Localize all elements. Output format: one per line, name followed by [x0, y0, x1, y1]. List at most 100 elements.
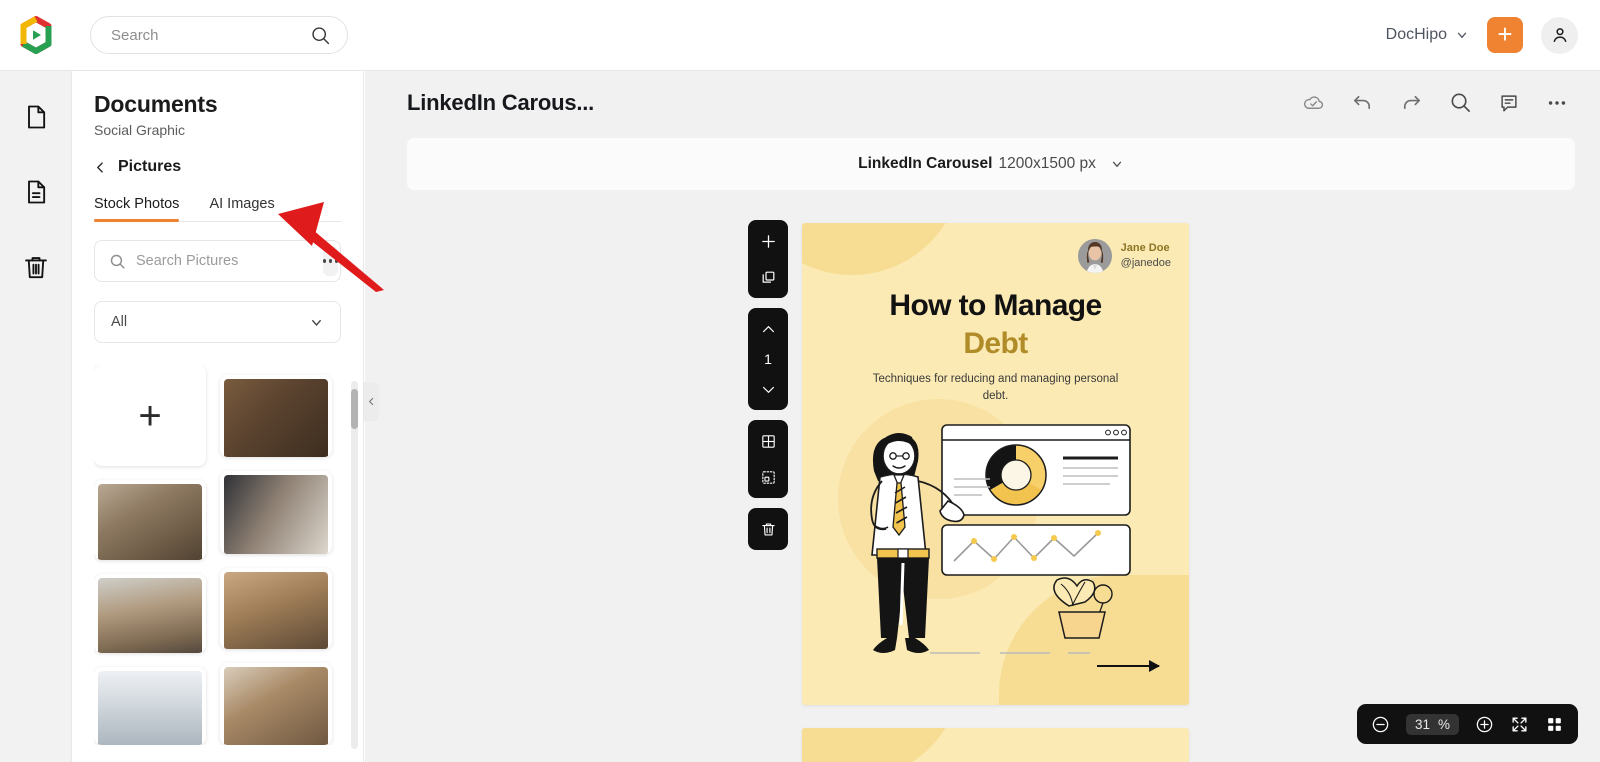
size-name: LinkedIn Carousel	[858, 155, 993, 172]
add-picture-tile[interactable]: +	[94, 365, 206, 467]
more-horizontal-icon[interactable]	[1546, 92, 1568, 114]
search-input[interactable]	[111, 26, 310, 44]
sidebar-item-documents[interactable]	[10, 91, 62, 143]
user-account-button[interactable]	[1541, 16, 1578, 54]
trash-icon	[22, 253, 50, 281]
picture-search[interactable]	[94, 240, 341, 282]
grid-view-icon[interactable]	[1545, 715, 1564, 734]
zoom-out-icon[interactable]	[1371, 715, 1390, 734]
tab-ai-images[interactable]: AI Images	[209, 192, 274, 221]
document-title[interactable]: LinkedIn Carous...	[407, 90, 594, 116]
zoom-level-value: 31	[1414, 716, 1430, 732]
slide-tools-add-group	[748, 220, 788, 298]
document-size-selector[interactable]: LinkedIn Carousel 1200x1500 px	[407, 138, 1575, 190]
page-icon	[22, 103, 50, 131]
thumbnail-item[interactable]	[220, 662, 332, 745]
next-page-button[interactable]	[755, 376, 781, 402]
more-horizontal-icon[interactable]	[323, 246, 339, 276]
app-header: DocHipo +	[0, 0, 1600, 71]
breadcrumb-label: Pictures	[118, 158, 182, 175]
sidebar-item-trash[interactable]	[10, 241, 62, 293]
zoom-controls: 31 %	[1356, 704, 1578, 744]
brand-selector[interactable]: DocHipo	[1386, 26, 1469, 44]
current-page-number: 1	[764, 351, 772, 367]
delete-page-button[interactable]	[755, 516, 781, 542]
chevron-down-icon	[309, 315, 324, 330]
slide-tools-nav-group: 1	[748, 308, 788, 410]
cloud-saved-icon[interactable]	[1302, 91, 1325, 114]
plus-icon: +	[1497, 18, 1513, 49]
undo-icon[interactable]	[1351, 91, 1374, 114]
thumbnail-item[interactable]	[94, 480, 206, 561]
thumbnail-item[interactable]	[94, 574, 206, 653]
search-icon	[310, 25, 331, 46]
avatar	[1077, 239, 1112, 273]
thumbnail-item[interactable]	[94, 666, 206, 745]
author-text: Jane Doe @janedoe	[1121, 241, 1171, 271]
slide-canvas-page-1[interactable]: Jane Doe @janedoe How to Manage Debt Tec…	[802, 223, 1189, 705]
create-new-button[interactable]: +	[1487, 17, 1523, 53]
panel-collapse-handle[interactable]	[364, 382, 379, 421]
slide-tools: 1	[748, 220, 788, 550]
pictures-panel: Documents Social Graphic Pictures Stock …	[72, 71, 364, 762]
redo-icon[interactable]	[1400, 91, 1423, 114]
category-filter-select[interactable]: All	[94, 301, 341, 343]
page-title: Documents	[94, 91, 218, 117]
zoom-in-icon[interactable]	[1475, 715, 1494, 734]
slide-illustration[interactable]	[850, 413, 1145, 668]
picture-source-tabs: Stock Photos AI Images	[94, 192, 341, 222]
fit-screen-icon[interactable]	[1510, 715, 1529, 734]
brand-label: DocHipo	[1385, 26, 1447, 43]
slide-heading-line1[interactable]: How to Manage	[802, 289, 1189, 323]
slide-heading-line2[interactable]: Debt	[802, 327, 1189, 361]
breadcrumb-back-pictures[interactable]: Pictures	[94, 158, 363, 176]
search-pictures-input[interactable]	[136, 253, 323, 269]
global-search[interactable]	[90, 16, 348, 54]
panel-scrollbar[interactable]	[351, 381, 358, 749]
duplicate-page-button[interactable]	[755, 264, 781, 290]
thumbnail-column-left: +	[94, 365, 206, 745]
page-subtitle: Social Graphic	[94, 122, 186, 138]
app-root: DocHipo +	[0, 0, 1600, 762]
document-toolbar	[1302, 91, 1568, 114]
search-icon[interactable]	[1449, 91, 1472, 114]
tab-stock-photos[interactable]: Stock Photos	[94, 192, 180, 222]
user-avatar-icon	[1550, 25, 1570, 45]
slide-canvas-page-2[interactable]	[802, 728, 1189, 762]
picture-thumbnail-grid: +	[94, 365, 344, 745]
marquee-select-button[interactable]	[755, 464, 781, 490]
previous-page-button[interactable]	[755, 316, 781, 342]
chevron-down-icon	[1455, 28, 1469, 42]
slide-subheading[interactable]: Techniques for reducing and managing per…	[862, 371, 1129, 406]
zoom-unit: %	[1437, 716, 1450, 732]
grid-layout-button[interactable]	[755, 428, 781, 454]
sidebar-item-templates[interactable]	[10, 166, 62, 218]
thumbnail-item[interactable]	[220, 375, 332, 458]
comment-icon[interactable]	[1498, 92, 1520, 114]
zoom-level-field[interactable]: 31 %	[1405, 713, 1459, 735]
logo-container[interactable]	[0, 0, 72, 71]
decorative-blob-top	[802, 728, 962, 762]
search-icon	[109, 253, 126, 270]
category-filter-value: All	[111, 314, 128, 330]
thumbnail-item[interactable]	[220, 567, 332, 649]
slide-tools-delete-group	[748, 508, 788, 550]
page-text-icon	[22, 178, 50, 206]
slide-author-block[interactable]: Jane Doe @janedoe	[1077, 239, 1171, 273]
decorative-blob-top	[802, 223, 962, 275]
slide-tools-layout-group	[748, 420, 788, 498]
thumbnail-column-right	[220, 375, 332, 745]
canvas-area: LinkedIn Carous... LinkedIn Carousel 120…	[365, 71, 1600, 762]
arrow-right-icon	[1097, 660, 1160, 672]
author-handle: @janedoe	[1120, 257, 1171, 269]
add-page-button[interactable]	[755, 228, 781, 254]
chevron-down-icon	[1110, 157, 1124, 171]
dochipo-logo	[17, 16, 55, 54]
header-right-actions: DocHipo +	[1386, 16, 1600, 54]
thumbnail-item[interactable]	[220, 471, 332, 554]
left-icon-rail	[0, 71, 72, 762]
author-name: Jane Doe	[1120, 242, 1170, 255]
panel-scrollbar-thumb[interactable]	[351, 389, 358, 429]
chevron-left-icon	[94, 161, 107, 174]
size-dimensions: 1200x1500 px	[998, 155, 1096, 172]
